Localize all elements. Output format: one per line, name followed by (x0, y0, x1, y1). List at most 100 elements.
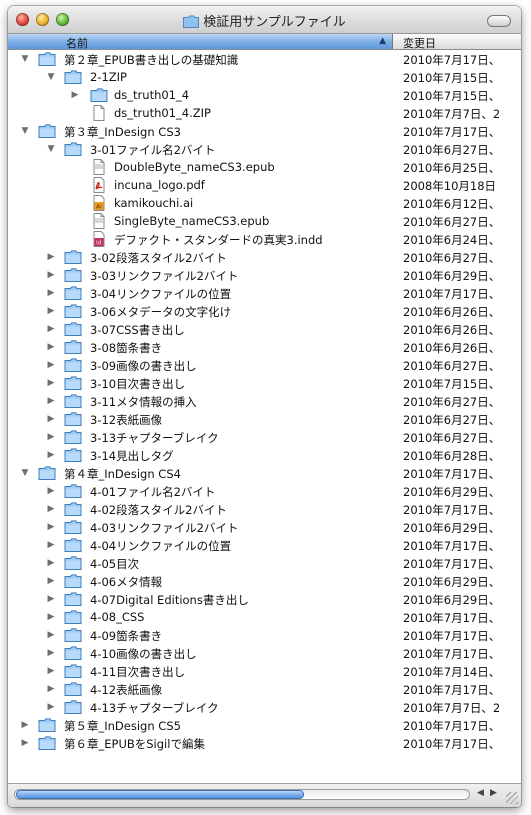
folder-row[interactable]: ▼ 3-01ファイル名2バイト 2010年6月27日、 (8, 140, 521, 158)
folder-row[interactable]: ▶ 4-13チャプターブレイク 2010年7月7日、2 (8, 698, 521, 716)
disclosure-expanded-icon[interactable]: ▼ (20, 126, 30, 136)
name-column-header[interactable]: 名前 ▲ (8, 34, 393, 50)
disclosure-expanded-icon[interactable]: ▼ (20, 54, 30, 64)
folder-row[interactable]: ▼ 第３章_InDesign CS3 2010年7月17日、 (8, 122, 521, 140)
file-row[interactable]: ds_truth01_4.ZIP 2010年7月7日、2 (8, 104, 521, 122)
illustrator-document-icon: Ai (90, 195, 108, 211)
folder-row[interactable]: ▶ 3-13チャプターブレイク 2010年6月27日、 (8, 428, 521, 446)
folder-icon (64, 321, 82, 337)
item-name: 3-07CSS書き出し (90, 323, 185, 337)
item-name: 3-04リンクファイルの位置 (90, 287, 232, 301)
disclosure-collapsed-icon[interactable]: ▶ (46, 666, 56, 676)
item-name: 3-02段落スタイル2バイト (90, 251, 227, 265)
file-row[interactable]: Ai kamikouchi.ai 2010年6月12日、 (8, 194, 521, 212)
folder-row[interactable]: ▶ 3-08箇条書き 2010年6月26日、 (8, 338, 521, 356)
disclosure-collapsed-icon[interactable]: ▶ (46, 342, 56, 352)
disclosure-collapsed-icon[interactable]: ▶ (46, 522, 56, 532)
disclosure-collapsed-icon[interactable]: ▶ (46, 648, 56, 658)
folder-icon (38, 465, 56, 481)
date-column-header[interactable]: 変更日 (393, 34, 521, 50)
disclosure-collapsed-icon[interactable]: ▶ (46, 360, 56, 370)
folder-row[interactable]: ▶ 3-03リンクファイル2バイト 2010年6月29日、 (8, 266, 521, 284)
folder-row[interactable]: ▼ 第２章_EPUB書き出しの基礎知識 2010年7月17日、 (8, 50, 521, 68)
folder-row[interactable]: ▶ 3-14見出しタグ 2010年6月28日、 (8, 446, 521, 464)
folder-row[interactable]: ▶ 4-01ファイル名2バイト 2010年6月29日、 (8, 482, 521, 500)
folder-row[interactable]: ▶ 4-07Digital Editions書き出し 2010年6月29日、 (8, 590, 521, 608)
folder-row[interactable]: ▶ 4-10画像の書き出し 2010年7月17日、 (8, 644, 521, 662)
scroll-left-icon[interactable]: ◀ (474, 788, 487, 798)
disclosure-collapsed-icon[interactable]: ▶ (70, 90, 80, 100)
disclosure-collapsed-icon[interactable]: ▶ (46, 252, 56, 262)
folder-row[interactable]: ▶ 3-06メタデータの文字化け 2010年6月26日、 (8, 302, 521, 320)
folder-row[interactable]: ▶ 4-11目次書き出し 2010年7月14日、 (8, 662, 521, 680)
folder-row[interactable]: ▶ 4-04リンクファイルの位置 2010年7月17日、 (8, 536, 521, 554)
disclosure-collapsed-icon[interactable]: ▶ (46, 396, 56, 406)
folder-row[interactable]: ▶ 4-03リンクファイル2バイト 2010年6月29日、 (8, 518, 521, 536)
disclosure-collapsed-icon[interactable]: ▶ (46, 432, 56, 442)
item-modified-date: 2010年7月17日、 (403, 125, 501, 139)
folder-row[interactable]: ▶ 3-10目次書き出し 2010年7月15日、 (8, 374, 521, 392)
file-row[interactable]: Id デファクト・スタンダードの真実3.indd 2010年6月24日、 (8, 230, 521, 248)
disclosure-collapsed-icon[interactable]: ▶ (46, 378, 56, 388)
disclosure-collapsed-icon[interactable]: ▶ (46, 576, 56, 586)
item-modified-date: 2010年6月26日、 (403, 305, 501, 319)
disclosure-collapsed-icon[interactable]: ▶ (20, 738, 30, 748)
toolbar-toggle-button[interactable] (487, 15, 511, 27)
folder-row[interactable]: ▼ 第４章_InDesign CS4 2010年7月17日、 (8, 464, 521, 482)
folder-row[interactable]: ▶ 4-09箇条書き 2010年7月17日、 (8, 626, 521, 644)
folder-row[interactable]: ▶ 第５章_InDesign CS5 2010年7月17日、 (8, 716, 521, 734)
folder-row[interactable]: ▶ 3-07CSS書き出し 2010年6月26日、 (8, 320, 521, 338)
item-name: SingleByte_nameCS3.epub (114, 214, 270, 228)
resize-grip[interactable] (506, 792, 518, 804)
disclosure-collapsed-icon[interactable]: ▶ (46, 414, 56, 424)
folder-icon (183, 15, 200, 32)
file-list[interactable]: ▼ 第２章_EPUB書き出しの基礎知識 2010年7月17日、 ▼ 2-1ZIP 2010… (8, 50, 521, 784)
disclosure-collapsed-icon[interactable]: ▶ (46, 306, 56, 316)
disclosure-collapsed-icon[interactable]: ▶ (46, 486, 56, 496)
item-modified-date: 2010年6月29日、 (403, 593, 501, 607)
folder-row[interactable]: ▶ 4-02段落スタイル2バイト 2010年7月17日、 (8, 500, 521, 518)
disclosure-collapsed-icon[interactable]: ▶ (46, 324, 56, 334)
item-name: 4-04リンクファイルの位置 (90, 539, 232, 553)
item-modified-date: 2010年7月17日、 (403, 467, 501, 481)
folder-row[interactable]: ▶ 4-08_CSS 2010年7月17日、 (8, 608, 521, 626)
folder-row[interactable]: ▶ 3-02段落スタイル2バイト 2010年6月27日、 (8, 248, 521, 266)
disclosure-collapsed-icon[interactable]: ▶ (20, 720, 30, 730)
window-title-area: 検証用サンプルファイル (8, 11, 521, 32)
disclosure-collapsed-icon[interactable]: ▶ (46, 288, 56, 298)
disclosure-collapsed-icon[interactable]: ▶ (46, 612, 56, 622)
disclosure-collapsed-icon[interactable]: ▶ (46, 594, 56, 604)
disclosure-expanded-icon[interactable]: ▼ (46, 144, 56, 154)
disclosure-collapsed-icon[interactable]: ▶ (46, 684, 56, 694)
disclosure-collapsed-icon[interactable]: ▶ (46, 630, 56, 640)
folder-row[interactable]: ▶ 4-12表紙画像 2010年7月17日、 (8, 680, 521, 698)
disclosure-expanded-icon[interactable]: ▼ (20, 468, 30, 478)
disclosure-collapsed-icon[interactable]: ▶ (46, 450, 56, 460)
folder-row[interactable]: ▶ 3-11メタ情報の挿入 2010年6月27日、 (8, 392, 521, 410)
item-name: 4-12表紙画像 (90, 683, 163, 697)
folder-row[interactable]: ▶ 4-05目次 2010年7月17日、 (8, 554, 521, 572)
disclosure-collapsed-icon[interactable]: ▶ (46, 702, 56, 712)
file-row[interactable]: SingleByte_nameCS3.epub 2010年6月27日、 (8, 212, 521, 230)
file-row[interactable]: incuna_logo.pdf 2008年10月18日 (8, 176, 521, 194)
disclosure-collapsed-icon[interactable]: ▶ (46, 270, 56, 280)
disclosure-collapsed-icon[interactable]: ▶ (46, 558, 56, 568)
folder-row[interactable]: ▶ 3-09画像の書き出し 2010年6月27日、 (8, 356, 521, 374)
folder-row[interactable]: ▶ ds_truth01_4 2010年7月15日、 (8, 86, 521, 104)
item-modified-date: 2010年6月29日、 (403, 575, 501, 589)
folder-icon (38, 735, 56, 751)
horizontal-scroll-thumb[interactable] (16, 790, 304, 799)
scroll-right-icon[interactable]: ▶ (487, 788, 500, 798)
file-row[interactable]: DoubleByte_nameCS3.epub 2010年6月25日、 (8, 158, 521, 176)
disclosure-collapsed-icon[interactable]: ▶ (46, 540, 56, 550)
disclosure-collapsed-icon[interactable]: ▶ (46, 504, 56, 514)
folder-icon (64, 249, 82, 265)
folder-row[interactable]: ▼ 2-1ZIP 2010年7月15日、 (8, 68, 521, 86)
svg-text:Ai: Ai (96, 204, 102, 211)
disclosure-expanded-icon[interactable]: ▼ (46, 72, 56, 82)
folder-row[interactable]: ▶ 4-06メタ情報 2010年6月29日、 (8, 572, 521, 590)
folder-row[interactable]: ▶ 第６章_EPUBをSigilで編集 2010年7月17日、 (8, 734, 521, 752)
folder-row[interactable]: ▶ 3-12表紙画像 2010年6月27日、 (8, 410, 521, 428)
title-bar[interactable]: 検証用サンプルファイル (8, 6, 521, 34)
folder-row[interactable]: ▶ 3-04リンクファイルの位置 2010年7月17日、 (8, 284, 521, 302)
